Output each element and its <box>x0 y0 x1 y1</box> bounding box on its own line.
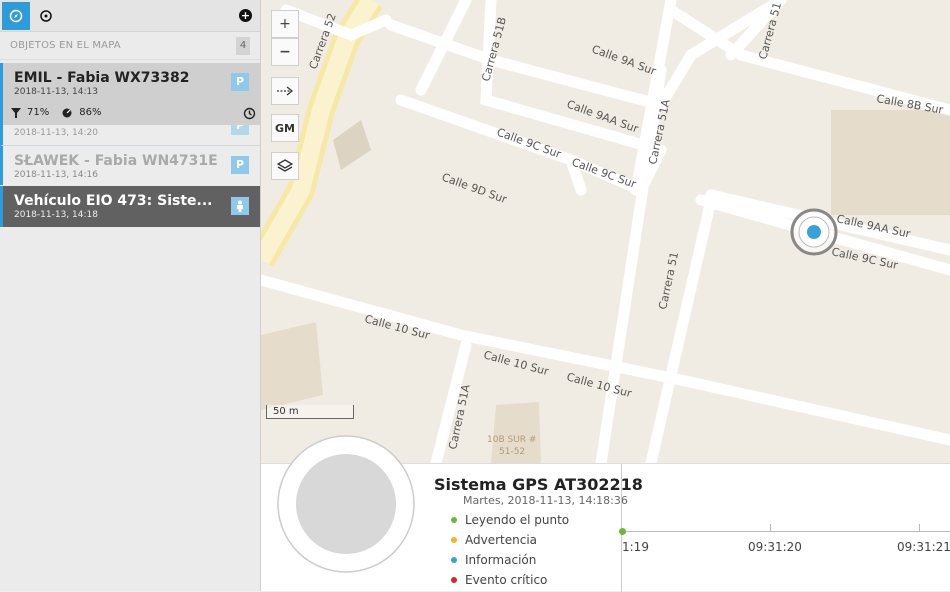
legend-item: Leyendo el punto <box>451 513 569 527</box>
follow-button[interactable] <box>271 77 299 105</box>
object-item-vehicle[interactable]: Vehículo EIO 473: Siste... 2018-11-13, 1… <box>0 186 260 227</box>
history-icon[interactable] <box>243 107 256 120</box>
object-item-emil[interactable]: EMIL - Fabia WX73382 2018-11-13, 14:13 P… <box>0 63 260 125</box>
panel-title: Sistema GPS AT302218 <box>434 475 643 494</box>
object-time: 2018-11-13, 14:18 <box>14 210 98 220</box>
add-icon[interactable]: + <box>239 9 252 22</box>
zoom-out-button[interactable]: − <box>271 38 299 66</box>
objects-header: OBJETOS EN EL MAPA 4 <box>0 32 260 60</box>
legend-label: Leyendo el punto <box>465 513 570 527</box>
legend-label: Información <box>465 553 537 567</box>
parking-badge: P <box>231 73 249 91</box>
layers-button[interactable] <box>271 152 299 180</box>
parking-badge: P <box>231 125 249 135</box>
gm-button[interactable]: GM <box>271 114 299 142</box>
timeline-tick-label: 09:31:21 <box>897 540 950 554</box>
object-time: 2018-11-13, 14:13 <box>14 87 98 97</box>
timeline-tick <box>770 524 771 532</box>
legend-dot <box>451 537 457 543</box>
timeline-tick-label: 1:19 <box>622 540 649 554</box>
timeline-tick-label: 09:31:20 <box>748 540 802 554</box>
object-time: 2018-11-13, 14:16 <box>14 170 98 180</box>
objects-count: 4 <box>236 37 250 55</box>
person-badge <box>231 197 249 215</box>
sidebar: + OBJETOS EN EL MAPA 4 EMIL - Fabia WX73… <box>0 0 261 591</box>
compass-tab[interactable] <box>2 2 30 30</box>
timeline-axis <box>622 531 950 532</box>
sidebar-toolbar: + <box>0 0 260 32</box>
object-item-2[interactable]: 2018-11-13, 14:20 P <box>0 125 260 145</box>
object-name: EMIL - Fabia WX73382 <box>14 70 190 86</box>
map-scale: 50 m <box>266 405 354 419</box>
arrow-right-icon <box>277 86 293 96</box>
zoom-in-button[interactable]: + <box>271 10 299 38</box>
panel-subtitle: Martes, 2018-11-13, 14:18:36 <box>463 494 628 507</box>
objects-header-label: OBJETOS EN EL MAPA <box>10 40 121 51</box>
building-label: 51-52 <box>499 447 525 457</box>
timeline-tick <box>919 524 920 532</box>
battery-value: 86% <box>79 107 102 118</box>
signal-value: 71% <box>27 107 50 118</box>
legend-item: Evento crítico <box>451 573 547 587</box>
object-item-slawek[interactable]: SŁAWEK - Fabia WN4731E 2018-11-13, 14:16… <box>0 145 260 185</box>
legend-dot <box>451 517 457 523</box>
crosshair-icon <box>40 10 52 22</box>
legend-label: Advertencia <box>465 533 538 547</box>
battery-gauge-icon <box>62 108 72 117</box>
legend-item: Información <box>451 553 536 567</box>
legend-dot <box>451 557 457 563</box>
timeline[interactable]: 1:19 09:31:20 09:31:21 <box>619 464 950 592</box>
gauge-placeholder <box>277 435 415 573</box>
layers-icon <box>277 159 293 172</box>
legend-dot <box>451 577 457 583</box>
timeline-event-dot[interactable] <box>619 528 626 535</box>
legend-item: Advertencia <box>451 533 537 547</box>
person-icon <box>237 200 243 212</box>
map-view[interactable]: Carrera 52 Calle 9A Sur Calle 9AA Sur Ca… <box>261 0 950 463</box>
building-label: 10B SUR # <box>487 435 536 445</box>
object-time: 2018-11-13, 14:20 <box>14 128 98 138</box>
object-name: Vehículo EIO 473: Siste... <box>14 193 213 209</box>
compass-icon <box>9 9 23 23</box>
object-name: SŁAWEK - Fabia WN4731E <box>14 153 218 169</box>
legend-label: Evento crítico <box>465 573 548 587</box>
target-tab[interactable] <box>32 2 60 30</box>
signal-filter-icon <box>11 107 21 118</box>
parking-badge: P <box>231 156 249 174</box>
map-canvas: Carrera 52 Calle 9A Sur Calle 9AA Sur Ca… <box>261 0 950 463</box>
details-panel: Sistema GPS AT302218 Martes, 2018-11-13,… <box>261 435 950 592</box>
vehicle-marker[interactable] <box>790 208 838 256</box>
object-stats: 71% 86% <box>11 107 101 118</box>
